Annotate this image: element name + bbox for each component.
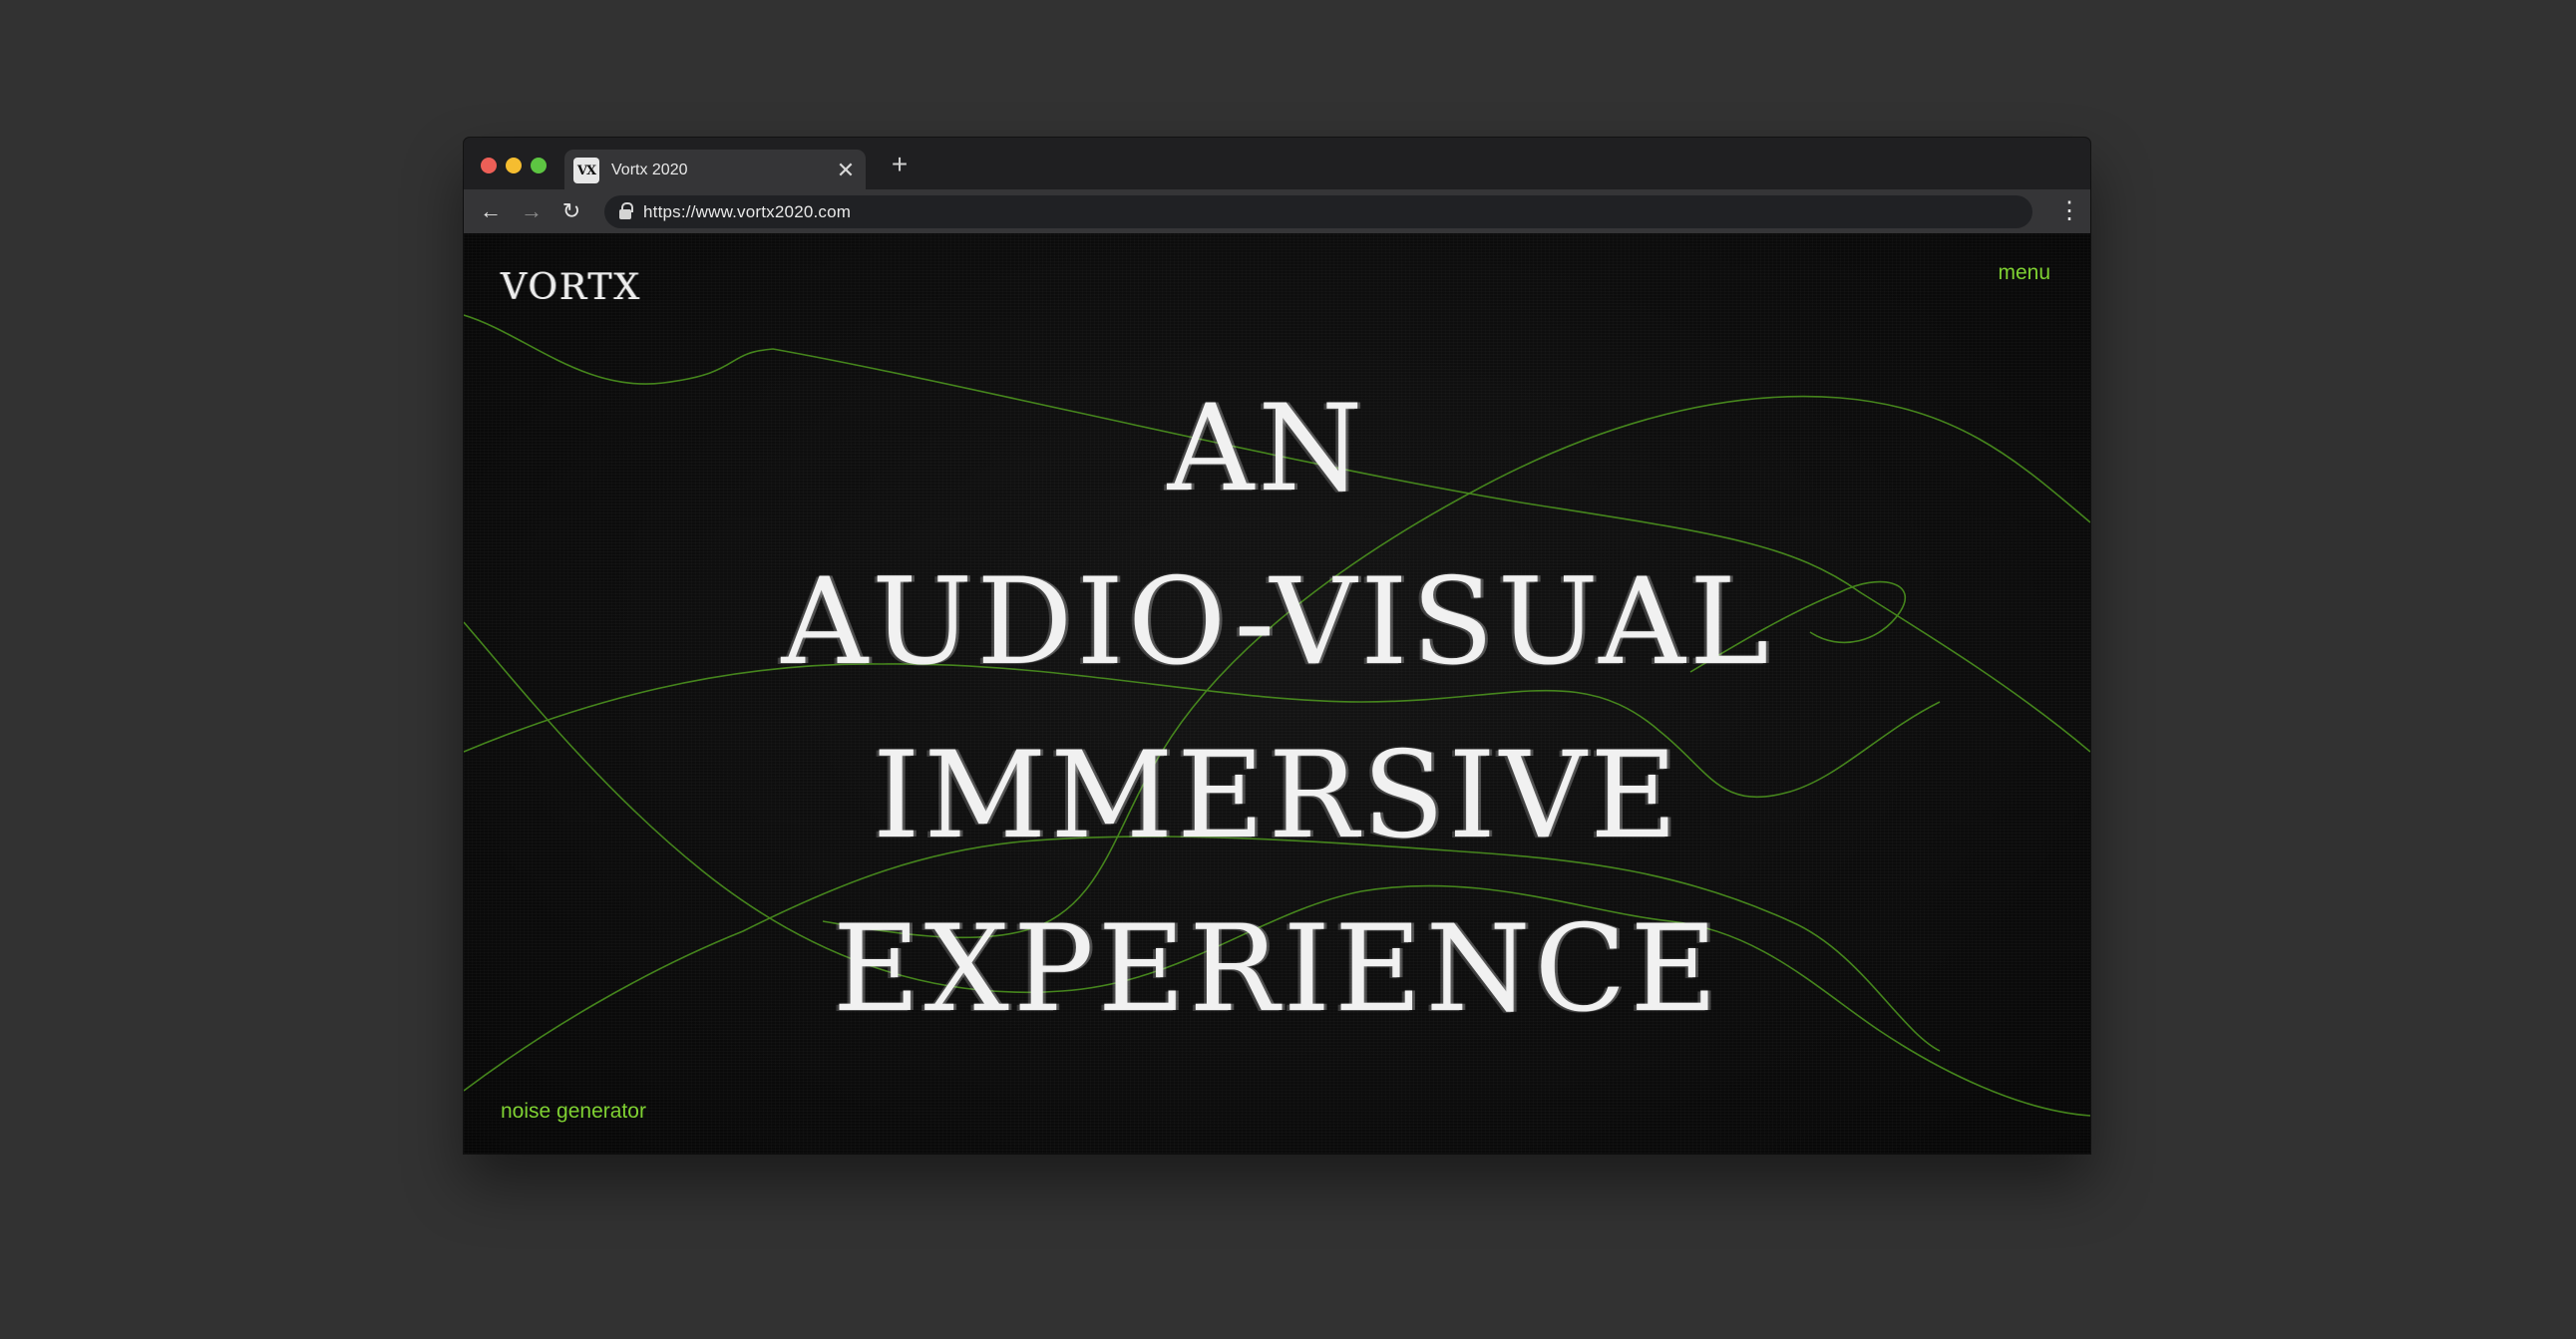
back-arrow-icon[interactable]: ← [474, 194, 508, 228]
reload-icon[interactable]: ↻ [554, 194, 588, 228]
vortx-logo[interactable]: VORTX [501, 267, 641, 308]
headline-line-3: IMMERSIVE [873, 727, 1681, 865]
tab-vortx[interactable]: VX Vortx 2020 ✕ [564, 150, 866, 191]
hero-headline: AN AUDIO-VISUAL IMMERSIVE EXPERIENCE [464, 363, 2090, 1057]
url-text[interactable]: https://www.vortx2020.com [643, 202, 851, 222]
new-tab-icon[interactable]: + [883, 148, 917, 181]
headline-line-2: AUDIO-VISUAL [781, 553, 1773, 692]
forward-arrow-icon[interactable]: → [515, 194, 549, 228]
headline-line-4: EXPERIENCE [832, 900, 1722, 1039]
tab-title: Vortx 2020 [611, 162, 688, 178]
favicon-icon: VX [573, 158, 599, 183]
menu-link[interactable]: menu [1998, 261, 2050, 285]
maximize-window-button[interactable] [531, 158, 547, 173]
lock-icon [619, 201, 633, 219]
minimize-window-button[interactable] [506, 158, 522, 173]
address-bar[interactable]: https://www.vortx2020.com [604, 195, 2032, 228]
browser-toolbar: ← → ↻ https://www.vortx2020.com ⋮ [464, 189, 2090, 233]
more-menu-icon[interactable]: ⋮ [2056, 194, 2082, 228]
page-viewport: VORTX menu AN AUDIO-VISUAL IMMERSIVE EXP… [464, 233, 2090, 1154]
headline-line-1: AN [1167, 380, 1367, 518]
tab-bar: VX Vortx 2020 ✕ + [464, 138, 2090, 191]
noise-generator-link[interactable]: noise generator [501, 1100, 646, 1124]
close-tab-icon[interactable]: ✕ [832, 158, 860, 183]
close-window-button[interactable] [481, 158, 497, 173]
browser-window: VX Vortx 2020 ✕ + ← → ↻ https://www.vort… [464, 138, 2090, 1154]
